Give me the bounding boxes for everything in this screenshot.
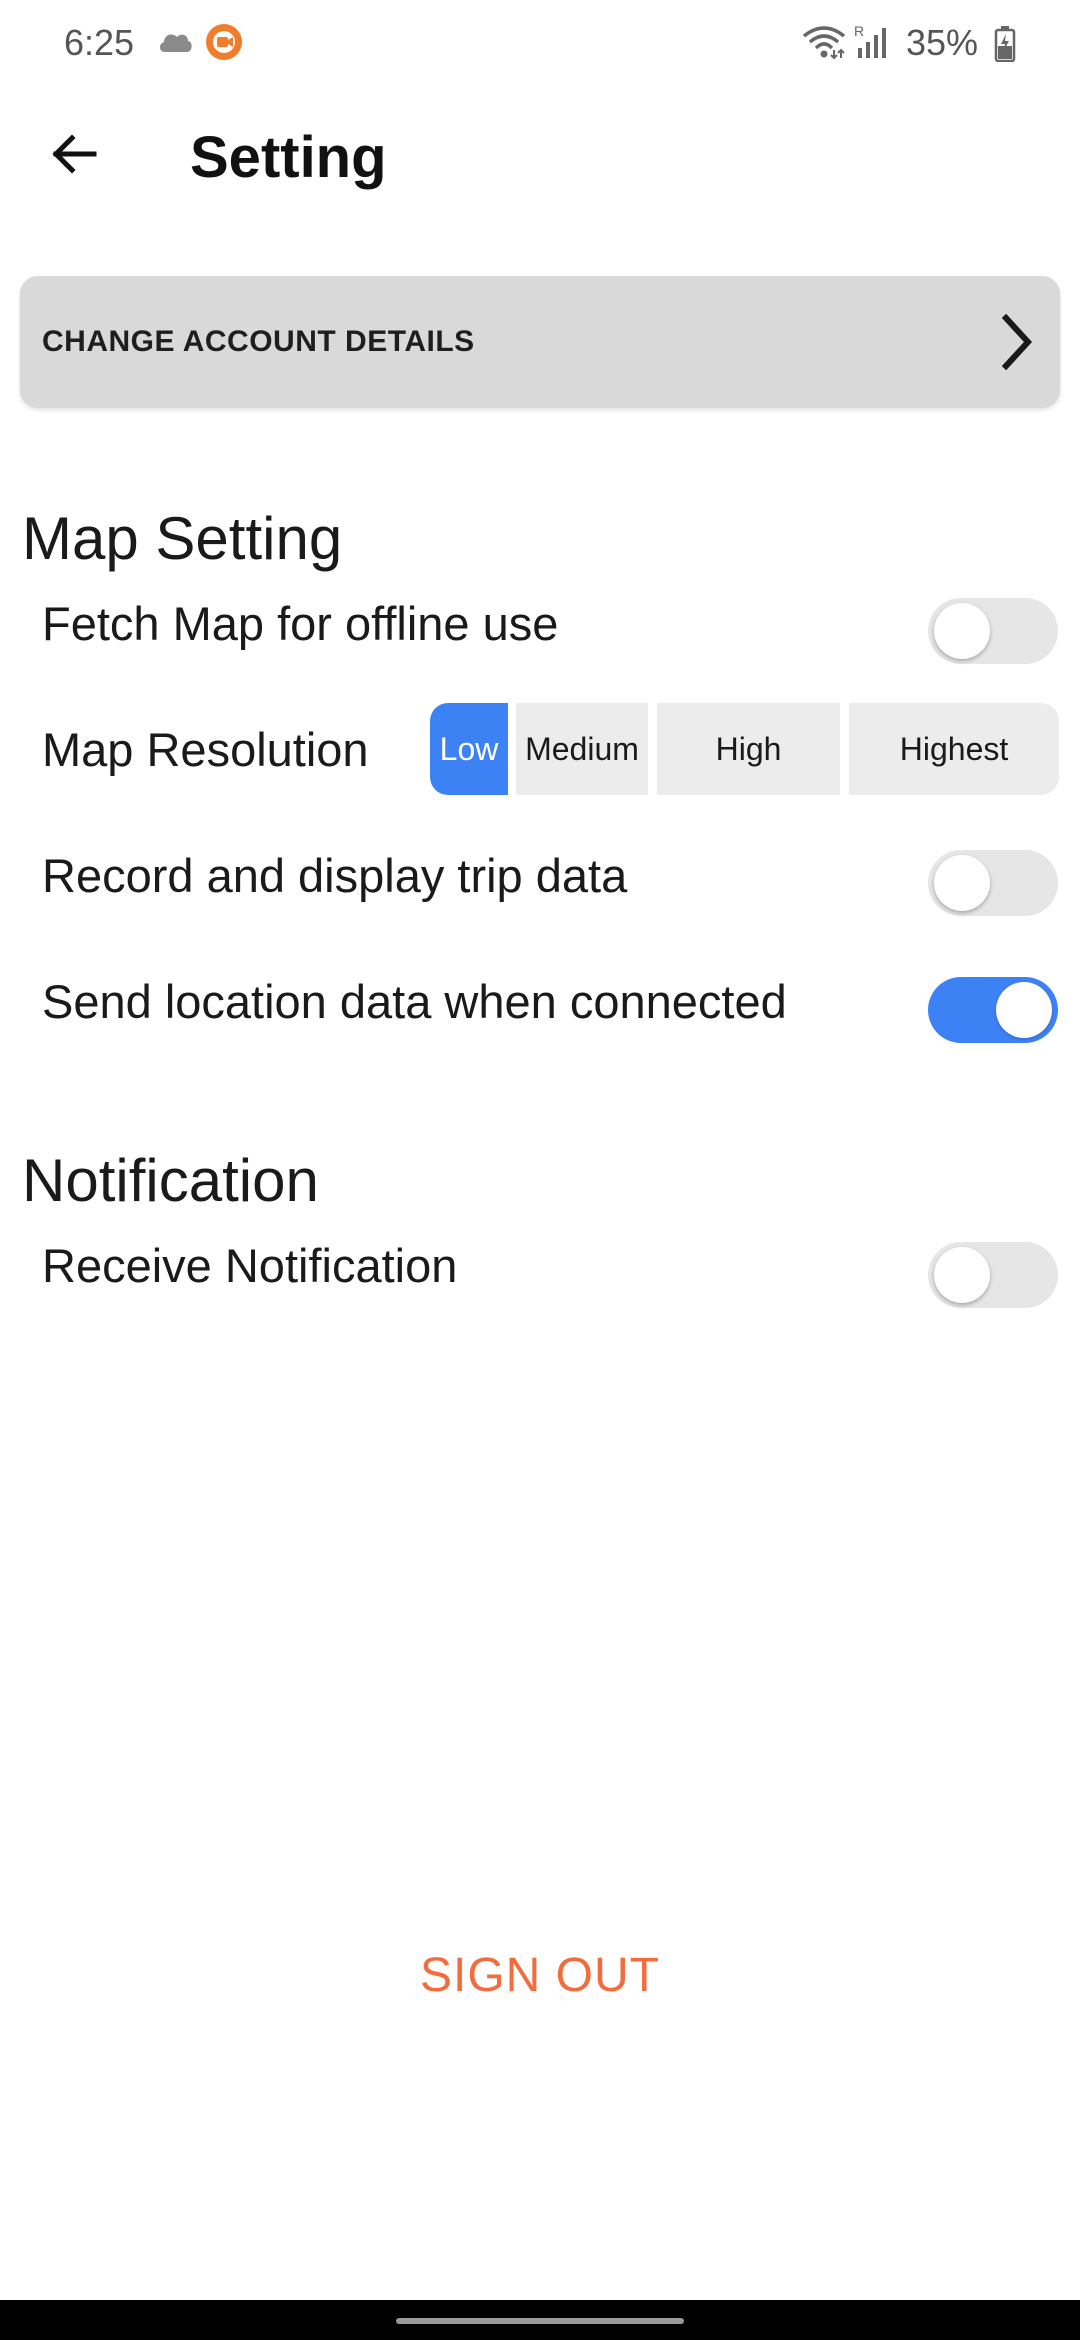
status-time: 6:25 <box>64 22 135 63</box>
page-title: Setting <box>190 125 387 190</box>
resolution-option-low[interactable]: Low <box>430 703 508 795</box>
resolution-option-medium[interactable]: Medium <box>516 703 648 795</box>
battery-icon <box>994 26 1016 62</box>
cloud-icon <box>156 28 194 56</box>
receive-notification-label: Receive Notification <box>42 1239 458 1292</box>
receive-notification-toggle[interactable] <box>928 1242 1058 1308</box>
home-indicator[interactable] <box>396 2318 684 2324</box>
svg-text:R: R <box>854 23 864 39</box>
send-location-label: Send location data when connected <box>42 975 787 1028</box>
toggle-knob <box>934 1247 990 1303</box>
toggle-knob <box>996 982 1052 1038</box>
arrow-left-icon <box>50 133 98 179</box>
screen-recorder-icon <box>204 22 244 62</box>
trip-data-toggle[interactable] <box>928 850 1058 916</box>
change-account-details-label: CHANGE ACCOUNT DETAILS <box>42 325 475 358</box>
change-account-details-button[interactable]: CHANGE ACCOUNT DETAILS <box>20 276 1060 408</box>
back-button[interactable] <box>40 116 108 196</box>
trip-data-label: Record and display trip data <box>42 849 628 902</box>
toggle-knob <box>934 855 990 911</box>
resolution-option-high[interactable]: High <box>657 703 840 795</box>
resolution-option-highest[interactable]: Highest <box>849 703 1059 795</box>
fetch-offline-toggle[interactable] <box>928 598 1058 664</box>
notification-heading: Notification <box>22 1147 319 1214</box>
sign-out-button[interactable]: SIGN OUT <box>0 1940 1080 2010</box>
chevron-right-icon <box>998 312 1034 377</box>
map-setting-heading: Map Setting <box>22 505 343 572</box>
fetch-offline-label: Fetch Map for offline use <box>42 597 559 650</box>
send-location-toggle[interactable] <box>928 977 1058 1043</box>
battery-percentage: 35% <box>906 22 979 63</box>
signal-icon: R <box>852 22 896 62</box>
wifi-icon <box>802 24 846 60</box>
toggle-knob <box>934 603 990 659</box>
map-resolution-label: Map Resolution <box>42 723 369 776</box>
